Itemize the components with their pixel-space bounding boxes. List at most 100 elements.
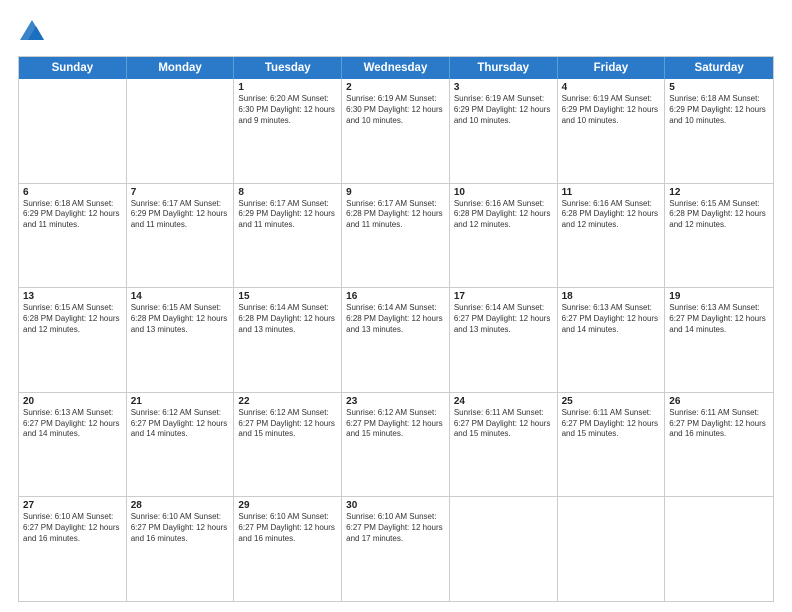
calendar-row: 6Sunrise: 6:18 AM Sunset: 6:29 PM Daylig… (19, 183, 773, 288)
day-number: 17 (454, 291, 553, 302)
day-number: 1 (238, 82, 337, 93)
header-wednesday: Wednesday (342, 57, 450, 79)
table-row: 30Sunrise: 6:10 AM Sunset: 6:27 PM Dayli… (342, 497, 450, 601)
header-monday: Monday (127, 57, 235, 79)
table-row: 4Sunrise: 6:19 AM Sunset: 6:29 PM Daylig… (558, 79, 666, 183)
day-number: 14 (131, 291, 230, 302)
table-row: 5Sunrise: 6:18 AM Sunset: 6:29 PM Daylig… (665, 79, 773, 183)
day-number: 29 (238, 500, 337, 511)
table-row: 9Sunrise: 6:17 AM Sunset: 6:28 PM Daylig… (342, 184, 450, 288)
day-info: Sunrise: 6:11 AM Sunset: 6:27 PM Dayligh… (562, 408, 661, 440)
table-row: 26Sunrise: 6:11 AM Sunset: 6:27 PM Dayli… (665, 393, 773, 497)
table-row: 29Sunrise: 6:10 AM Sunset: 6:27 PM Dayli… (234, 497, 342, 601)
day-number: 23 (346, 396, 445, 407)
day-info: Sunrise: 6:18 AM Sunset: 6:29 PM Dayligh… (669, 94, 769, 126)
day-number: 8 (238, 187, 337, 198)
table-row: 20Sunrise: 6:13 AM Sunset: 6:27 PM Dayli… (19, 393, 127, 497)
calendar-row: 20Sunrise: 6:13 AM Sunset: 6:27 PM Dayli… (19, 392, 773, 497)
header-saturday: Saturday (665, 57, 773, 79)
table-row: 7Sunrise: 6:17 AM Sunset: 6:29 PM Daylig… (127, 184, 235, 288)
day-info: Sunrise: 6:14 AM Sunset: 6:27 PM Dayligh… (454, 303, 553, 335)
day-info: Sunrise: 6:12 AM Sunset: 6:27 PM Dayligh… (131, 408, 230, 440)
day-number: 28 (131, 500, 230, 511)
table-row: 16Sunrise: 6:14 AM Sunset: 6:28 PM Dayli… (342, 288, 450, 392)
day-info: Sunrise: 6:11 AM Sunset: 6:27 PM Dayligh… (669, 408, 769, 440)
day-number: 25 (562, 396, 661, 407)
day-info: Sunrise: 6:16 AM Sunset: 6:28 PM Dayligh… (454, 199, 553, 231)
header-tuesday: Tuesday (234, 57, 342, 79)
day-number: 2 (346, 82, 445, 93)
table-row: 12Sunrise: 6:15 AM Sunset: 6:28 PM Dayli… (665, 184, 773, 288)
table-row: 14Sunrise: 6:15 AM Sunset: 6:28 PM Dayli… (127, 288, 235, 392)
table-row (19, 79, 127, 183)
calendar: Sunday Monday Tuesday Wednesday Thursday… (18, 56, 774, 602)
day-number: 12 (669, 187, 769, 198)
calendar-row: 1Sunrise: 6:20 AM Sunset: 6:30 PM Daylig… (19, 79, 773, 183)
day-info: Sunrise: 6:20 AM Sunset: 6:30 PM Dayligh… (238, 94, 337, 126)
table-row (665, 497, 773, 601)
day-number: 10 (454, 187, 553, 198)
day-number: 15 (238, 291, 337, 302)
day-info: Sunrise: 6:14 AM Sunset: 6:28 PM Dayligh… (238, 303, 337, 335)
day-info: Sunrise: 6:14 AM Sunset: 6:28 PM Dayligh… (346, 303, 445, 335)
calendar-row: 13Sunrise: 6:15 AM Sunset: 6:28 PM Dayli… (19, 287, 773, 392)
day-number: 13 (23, 291, 122, 302)
logo (18, 18, 50, 46)
table-row: 10Sunrise: 6:16 AM Sunset: 6:28 PM Dayli… (450, 184, 558, 288)
table-row: 13Sunrise: 6:15 AM Sunset: 6:28 PM Dayli… (19, 288, 127, 392)
table-row: 22Sunrise: 6:12 AM Sunset: 6:27 PM Dayli… (234, 393, 342, 497)
table-row: 15Sunrise: 6:14 AM Sunset: 6:28 PM Dayli… (234, 288, 342, 392)
day-info: Sunrise: 6:18 AM Sunset: 6:29 PM Dayligh… (23, 199, 122, 231)
day-number: 20 (23, 396, 122, 407)
day-number: 9 (346, 187, 445, 198)
day-number: 27 (23, 500, 122, 511)
page-header (18, 18, 774, 46)
header-friday: Friday (558, 57, 666, 79)
day-number: 5 (669, 82, 769, 93)
table-row (127, 79, 235, 183)
day-info: Sunrise: 6:19 AM Sunset: 6:30 PM Dayligh… (346, 94, 445, 126)
day-number: 19 (669, 291, 769, 302)
table-row: 27Sunrise: 6:10 AM Sunset: 6:27 PM Dayli… (19, 497, 127, 601)
day-info: Sunrise: 6:13 AM Sunset: 6:27 PM Dayligh… (669, 303, 769, 335)
day-info: Sunrise: 6:19 AM Sunset: 6:29 PM Dayligh… (454, 94, 553, 126)
day-info: Sunrise: 6:11 AM Sunset: 6:27 PM Dayligh… (454, 408, 553, 440)
calendar-body: 1Sunrise: 6:20 AM Sunset: 6:30 PM Daylig… (19, 79, 773, 601)
day-info: Sunrise: 6:12 AM Sunset: 6:27 PM Dayligh… (346, 408, 445, 440)
table-row: 3Sunrise: 6:19 AM Sunset: 6:29 PM Daylig… (450, 79, 558, 183)
table-row: 11Sunrise: 6:16 AM Sunset: 6:28 PM Dayli… (558, 184, 666, 288)
calendar-row: 27 Sunrise: 6:10 AM Sunset: 6:27 PM Dayli… (19, 496, 773, 601)
table-row: 2Sunrise: 6:19 AM Sunset: 6:30 PM Daylig… (342, 79, 450, 183)
day-number: 7 (131, 187, 230, 198)
table-row: 24Sunrise: 6:11 AM Sunset: 6:27 PM Dayli… (450, 393, 558, 497)
day-number: 3 (454, 82, 553, 93)
day-number: 6 (23, 187, 122, 198)
header-thursday: Thursday (450, 57, 558, 79)
table-row: 1Sunrise: 6:20 AM Sunset: 6:30 PM Daylig… (234, 79, 342, 183)
day-number: 16 (346, 291, 445, 302)
table-row: 19Sunrise: 6:13 AM Sunset: 6:27 PM Dayli… (665, 288, 773, 392)
table-row: 8Sunrise: 6:17 AM Sunset: 6:29 PM Daylig… (234, 184, 342, 288)
table-row: 25Sunrise: 6:11 AM Sunset: 6:27 PM Dayli… (558, 393, 666, 497)
table-row: 28Sunrise: 6:10 AM Sunset: 6:27 PM Dayli… (127, 497, 235, 601)
day-number: 21 (131, 396, 230, 407)
logo-icon (18, 18, 46, 46)
day-number: 24 (454, 396, 553, 407)
day-number: 4 (562, 82, 661, 93)
day-info: Sunrise: 6:10 AM Sunset: 6:27 PM Dayligh… (346, 512, 445, 544)
day-info: Sunrise: 6:16 AM Sunset: 6:28 PM Dayligh… (562, 199, 661, 231)
header-sunday: Sunday (19, 57, 127, 79)
day-info: Sunrise: 6:15 AM Sunset: 6:28 PM Dayligh… (23, 303, 122, 335)
day-info: Sunrise: 6:12 AM Sunset: 6:27 PM Dayligh… (238, 408, 337, 440)
day-info: Sunrise: 6:19 AM Sunset: 6:29 PM Dayligh… (562, 94, 661, 126)
table-row (450, 497, 558, 601)
calendar-header: Sunday Monday Tuesday Wednesday Thursday… (19, 57, 773, 79)
day-info: Sunrise: 6:13 AM Sunset: 6:27 PM Dayligh… (562, 303, 661, 335)
table-row: 23Sunrise: 6:12 AM Sunset: 6:27 PM Dayli… (342, 393, 450, 497)
table-row: 6Sunrise: 6:18 AM Sunset: 6:29 PM Daylig… (19, 184, 127, 288)
day-info: Sunrise: 6:15 AM Sunset: 6:28 PM Dayligh… (131, 303, 230, 335)
day-number: 26 (669, 396, 769, 407)
day-info: Sunrise: 6:15 AM Sunset: 6:28 PM Dayligh… (669, 199, 769, 231)
day-info: Sunrise: 6:17 AM Sunset: 6:29 PM Dayligh… (238, 199, 337, 231)
table-row (558, 497, 666, 601)
